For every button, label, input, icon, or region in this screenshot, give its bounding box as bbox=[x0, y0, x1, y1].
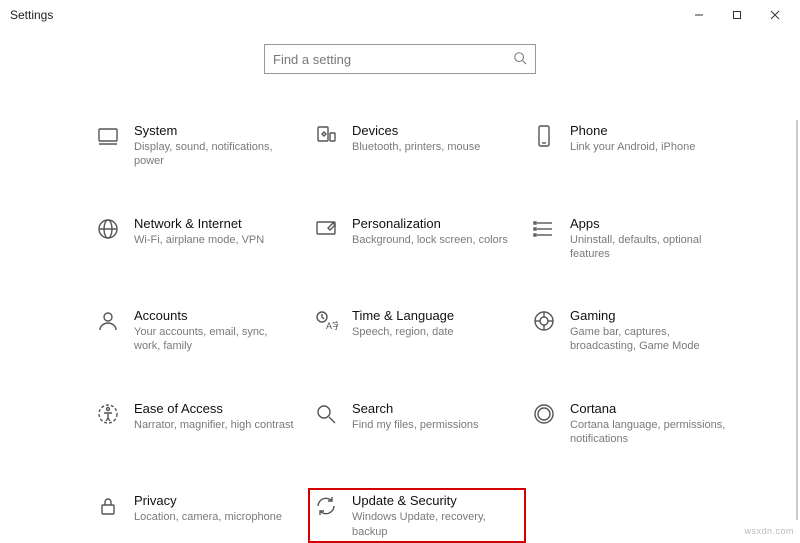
tile-title: Devices bbox=[352, 123, 480, 138]
tile-title: System bbox=[134, 123, 294, 138]
tile-title: Privacy bbox=[134, 493, 282, 508]
tile-apps[interactable]: Apps Uninstall, defaults, optional featu… bbox=[526, 211, 744, 266]
tile-title: Time & Language bbox=[352, 308, 454, 323]
tile-update-security[interactable]: Update & Security Windows Update, recove… bbox=[308, 488, 526, 543]
tile-devices[interactable]: Devices Bluetooth, printers, mouse bbox=[308, 118, 526, 173]
tile-ease-of-access[interactable]: Ease of Access Narrator, magnifier, high… bbox=[90, 396, 308, 451]
minimize-icon bbox=[694, 10, 704, 20]
tile-cortana[interactable]: Cortana Cortana language, permissions, n… bbox=[526, 396, 744, 451]
close-icon bbox=[770, 10, 780, 20]
tile-title: Gaming bbox=[570, 308, 730, 323]
minimize-button[interactable] bbox=[680, 1, 718, 29]
tile-personalization[interactable]: Personalization Background, lock screen,… bbox=[308, 211, 526, 266]
tile-privacy[interactable]: Privacy Location, camera, microphone bbox=[90, 488, 308, 543]
tile-desc: Location, camera, microphone bbox=[134, 510, 282, 524]
watermark: wsxdn.com bbox=[744, 526, 794, 536]
devices-icon bbox=[312, 122, 340, 150]
globe-icon bbox=[94, 215, 122, 243]
tile-phone[interactable]: Phone Link your Android, iPhone bbox=[526, 118, 744, 173]
system-icon bbox=[94, 122, 122, 150]
ease-of-access-icon bbox=[94, 400, 122, 428]
settings-grid: System Display, sound, notifications, po… bbox=[90, 118, 790, 543]
tile-title: Cortana bbox=[570, 401, 730, 416]
close-button[interactable] bbox=[756, 1, 794, 29]
search-input[interactable] bbox=[273, 52, 513, 67]
maximize-button[interactable] bbox=[718, 1, 756, 29]
tile-system[interactable]: System Display, sound, notifications, po… bbox=[90, 118, 308, 173]
magnifier-icon bbox=[312, 400, 340, 428]
tile-desc: Find my files, permissions bbox=[352, 418, 479, 432]
tile-title: Phone bbox=[570, 123, 695, 138]
cortana-icon bbox=[530, 400, 558, 428]
tile-network[interactable]: Network & Internet Wi-Fi, airplane mode,… bbox=[90, 211, 308, 266]
tile-desc: Speech, region, date bbox=[352, 325, 454, 339]
search-wrap bbox=[0, 44, 800, 74]
tile-desc: Background, lock screen, colors bbox=[352, 233, 508, 247]
phone-icon bbox=[530, 122, 558, 150]
gaming-icon bbox=[530, 307, 558, 335]
tile-title: Accounts bbox=[134, 308, 294, 323]
tile-title: Ease of Access bbox=[134, 401, 294, 416]
search-icon bbox=[513, 51, 527, 68]
tile-desc: Narrator, magnifier, high contrast bbox=[134, 418, 294, 432]
window-title: Settings bbox=[10, 8, 53, 22]
tile-desc: Bluetooth, printers, mouse bbox=[352, 140, 480, 154]
lock-icon bbox=[94, 492, 122, 520]
apps-icon bbox=[530, 215, 558, 243]
tile-title: Network & Internet bbox=[134, 216, 264, 231]
tile-desc: Windows Update, recovery, backup bbox=[352, 510, 512, 539]
tile-desc: Game bar, captures, broadcasting, Game M… bbox=[570, 325, 730, 354]
tile-search[interactable]: Search Find my files, permissions bbox=[308, 396, 526, 451]
tile-desc: Wi-Fi, airplane mode, VPN bbox=[134, 233, 264, 247]
tile-desc: Display, sound, notifications, power bbox=[134, 140, 294, 169]
accounts-icon bbox=[94, 307, 122, 335]
time-language-icon: A字 bbox=[312, 307, 340, 335]
tile-title: Search bbox=[352, 401, 479, 416]
tile-desc: Uninstall, defaults, optional features bbox=[570, 233, 730, 262]
search-box[interactable] bbox=[264, 44, 536, 74]
titlebar: Settings bbox=[0, 0, 800, 30]
tile-time-language[interactable]: A字 Time & Language Speech, region, date bbox=[308, 303, 526, 358]
maximize-icon bbox=[732, 10, 742, 20]
tile-title: Personalization bbox=[352, 216, 508, 231]
personalization-icon bbox=[312, 215, 340, 243]
tile-gaming[interactable]: Gaming Game bar, captures, broadcasting,… bbox=[526, 303, 744, 358]
tile-desc: Cortana language, permissions, notificat… bbox=[570, 418, 730, 447]
tile-title: Update & Security bbox=[352, 493, 512, 508]
tile-desc: Your accounts, email, sync, work, family bbox=[134, 325, 294, 354]
tile-accounts[interactable]: Accounts Your accounts, email, sync, wor… bbox=[90, 303, 308, 358]
tile-desc: Link your Android, iPhone bbox=[570, 140, 695, 154]
svg-text:A字: A字 bbox=[326, 320, 338, 331]
update-icon bbox=[312, 492, 340, 520]
window-controls bbox=[680, 1, 794, 29]
tile-title: Apps bbox=[570, 216, 730, 231]
scrollbar[interactable] bbox=[796, 120, 798, 520]
